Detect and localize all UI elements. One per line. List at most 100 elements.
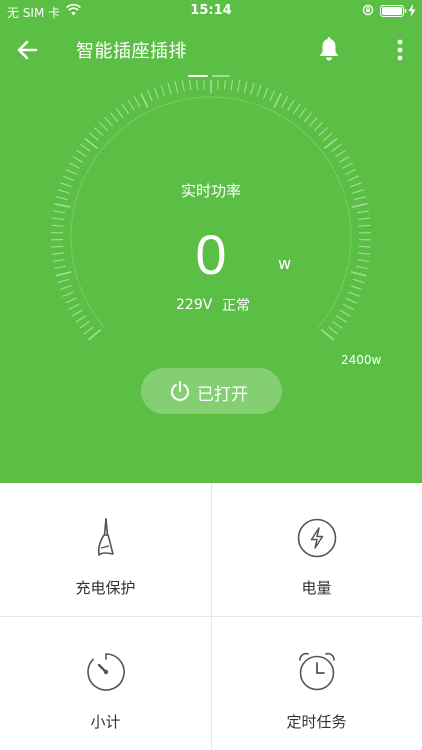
header-panel: 无 SIM 卡 15:14 智能插座插排 实时功率 0 w 229V 正常 24… xyxy=(0,0,422,483)
more-vertical-icon xyxy=(397,39,403,61)
gauge-tick xyxy=(323,137,338,149)
charge-protection-label: 充电保护 xyxy=(75,579,136,597)
gauge-tick xyxy=(273,92,282,108)
gauge-tick xyxy=(53,210,66,214)
charging-icon xyxy=(408,4,416,20)
gauge-tick xyxy=(109,112,119,123)
gauge-tick xyxy=(127,99,135,111)
gauge-tick xyxy=(281,96,289,108)
gauge-tick xyxy=(263,87,269,99)
scheduled-task-label: 定时任务 xyxy=(286,713,347,731)
battery-icon xyxy=(380,5,407,20)
back-button[interactable] xyxy=(14,36,42,64)
power-toggle-button[interactable]: 已打开 xyxy=(141,368,282,414)
electricity-label: 电量 xyxy=(301,579,332,597)
gauge-tick xyxy=(115,107,124,119)
gauge-tick xyxy=(298,107,307,119)
gauge-tick xyxy=(52,217,65,221)
gauge-inner-ring xyxy=(70,96,352,328)
gauge-tick xyxy=(341,162,354,169)
gauge-tick xyxy=(87,328,102,341)
gauge-tick xyxy=(331,143,342,152)
gauge-tick xyxy=(230,80,234,91)
gauge-tick xyxy=(342,303,354,311)
gauge-tick xyxy=(68,162,81,169)
gauge-tick xyxy=(80,143,91,152)
gauge-tick xyxy=(160,84,166,97)
gauge-max-label: 2400w xyxy=(341,353,382,367)
more-button[interactable] xyxy=(388,36,412,64)
power-label: 实时功率 xyxy=(180,182,241,200)
gauge-tick xyxy=(83,326,94,335)
gauge-tick xyxy=(133,96,141,108)
gauge-tick xyxy=(335,149,346,158)
gauge-tick xyxy=(89,132,99,142)
gauge-tick xyxy=(243,80,248,93)
gauge-tick xyxy=(167,82,172,95)
gauge-tick xyxy=(328,326,339,335)
gauge-tick xyxy=(344,168,357,175)
gauge-tick xyxy=(357,217,370,221)
stopwatch-icon xyxy=(85,651,127,693)
gauge-tick xyxy=(256,84,262,97)
gauge-tick xyxy=(196,80,199,90)
gauge-tick xyxy=(188,80,192,91)
gauge-tick xyxy=(104,116,114,127)
gauge-tick xyxy=(269,89,276,102)
gauge-tick xyxy=(76,149,87,158)
gauge-tick xyxy=(146,89,153,102)
function-grid: 充电保护 电量 小计 定时任务 xyxy=(0,483,422,750)
arrow-left-icon xyxy=(17,40,38,60)
page-indicator xyxy=(188,75,230,78)
voltage-value: 229V xyxy=(176,297,213,313)
gauge-tick xyxy=(54,202,71,208)
alarm-clock-icon xyxy=(296,651,338,693)
gauge-tick xyxy=(323,132,333,142)
gauge-tick xyxy=(338,156,350,164)
gauge-tick xyxy=(65,168,78,175)
power-toggle-label: 已打开 xyxy=(197,385,248,405)
brush-icon xyxy=(85,517,127,559)
gauge-tick xyxy=(348,291,360,297)
electricity-item[interactable]: 电量 xyxy=(211,483,422,616)
page-dot xyxy=(212,75,230,77)
gauge-tick xyxy=(174,80,179,93)
gauge-tick xyxy=(303,112,313,123)
charge-protection-item[interactable]: 充电保护 xyxy=(0,483,211,616)
gauge-tick xyxy=(351,202,368,208)
gauge-tick xyxy=(153,87,159,99)
gauge-tick xyxy=(237,80,241,92)
gauge-tick xyxy=(345,297,357,304)
power-unit: w xyxy=(278,254,292,273)
gauge-tick xyxy=(72,156,84,164)
bell-icon xyxy=(319,37,339,61)
gauge-tick xyxy=(318,127,329,137)
gauge-tick xyxy=(62,291,74,297)
screen: 无 SIM 卡 15:14 智能插座插排 实时功率 0 w 229V 正常 24… xyxy=(0,0,422,750)
gauge-tick xyxy=(292,103,301,115)
gauge-tick xyxy=(79,321,90,329)
gauge-tick xyxy=(71,309,83,317)
gauge-tick xyxy=(84,137,99,149)
scheduled-task-item[interactable]: 定时任务 xyxy=(211,617,422,750)
gauge-tick xyxy=(65,297,77,304)
gauge-tick xyxy=(181,80,185,92)
gauge-tick xyxy=(75,315,87,323)
gauge-tick xyxy=(121,103,130,115)
subtotal-item[interactable]: 小计 xyxy=(0,617,211,750)
lightning-icon xyxy=(296,517,338,559)
gauge-tick xyxy=(223,80,226,90)
nav-bar: 智能插座插排 xyxy=(0,26,422,74)
gauge-tick xyxy=(356,210,369,214)
page-title: 智能插座插排 xyxy=(76,41,187,62)
notification-button[interactable] xyxy=(316,36,342,64)
status-text: 正常 xyxy=(222,298,250,314)
gauge-tick xyxy=(99,121,109,132)
gauge-tick xyxy=(93,127,104,137)
subtotal-label: 小计 xyxy=(90,713,121,731)
gauge-tick xyxy=(332,321,343,329)
gauge-tick xyxy=(313,121,323,132)
gauge-tick xyxy=(308,116,318,127)
gauge-tick xyxy=(339,309,351,317)
power-value: 0 xyxy=(195,223,227,286)
